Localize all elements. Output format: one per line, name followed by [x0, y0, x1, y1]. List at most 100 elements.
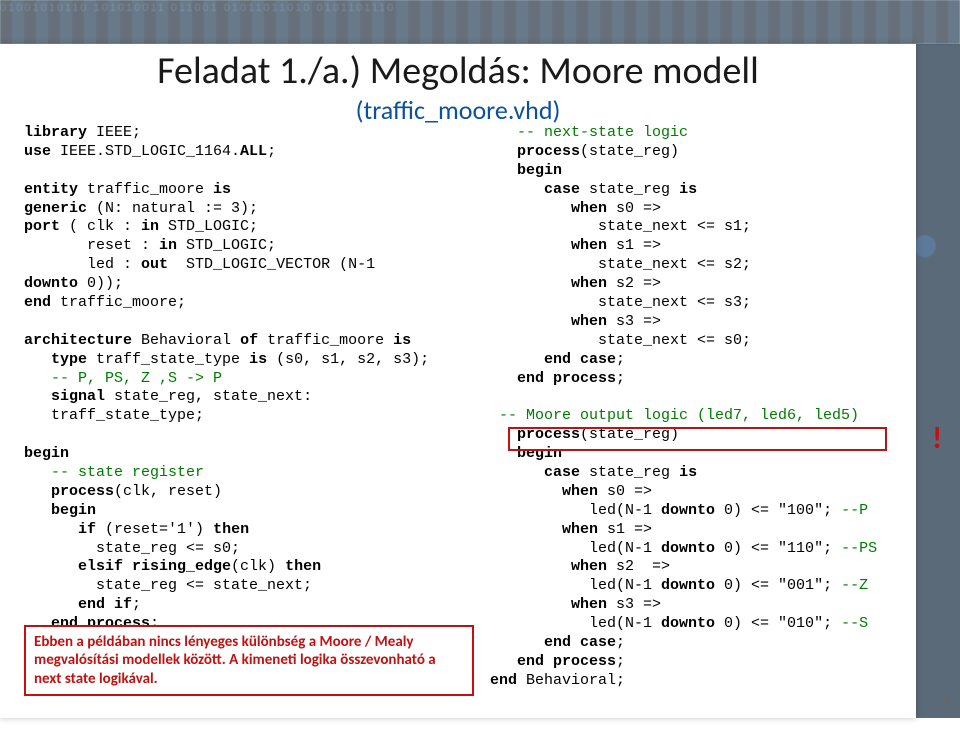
- txt: traffic_moore;: [51, 294, 186, 311]
- txt: [490, 143, 517, 160]
- kw: entity: [24, 181, 78, 198]
- highlight-box: [508, 427, 887, 451]
- txt: [490, 370, 517, 387]
- comment: -- Moore output logic (led7, led6, led5): [490, 407, 859, 424]
- comment: -- next-state logic: [490, 124, 688, 141]
- txt: (state_reg): [580, 143, 679, 160]
- txt: traff_state_type: [87, 351, 249, 368]
- txt: [490, 483, 562, 500]
- kw: when: [562, 483, 598, 500]
- bg-strip-top: [0, 0, 960, 44]
- txt: led(N-1: [490, 502, 661, 519]
- txt: [490, 634, 544, 651]
- blank: [490, 388, 499, 405]
- kw: when: [571, 313, 607, 330]
- txt: ;: [616, 634, 625, 651]
- txt: Behavioral;: [517, 672, 625, 689]
- txt: 0) <= "010";: [715, 615, 841, 632]
- kw: end case: [544, 351, 616, 368]
- kw: signal: [51, 388, 105, 405]
- txt: [24, 351, 51, 368]
- txt: 0));: [78, 275, 123, 292]
- kw: is: [679, 181, 697, 198]
- kw: end: [490, 672, 517, 689]
- txt: [490, 313, 571, 330]
- kw: in: [159, 237, 177, 254]
- kw: library: [24, 124, 87, 141]
- comment: --PS: [841, 540, 877, 557]
- kw: when: [571, 558, 607, 575]
- exclamation-icon: !: [932, 420, 942, 458]
- txt: (clk, reset): [114, 483, 222, 500]
- txt: [490, 162, 517, 179]
- txt: STD_LOGIC;: [177, 237, 276, 254]
- txt: state_next <= s3;: [490, 294, 751, 311]
- comment: --Z: [841, 577, 868, 594]
- txt: state_next <= s0;: [490, 332, 751, 349]
- kw: downto: [661, 577, 715, 594]
- kw: process: [517, 143, 580, 160]
- comment: --P: [841, 502, 868, 519]
- txt: [490, 275, 571, 292]
- txt: (N: natural := 3);: [87, 200, 258, 217]
- kw: if: [78, 521, 96, 538]
- txt: [24, 558, 78, 575]
- kw: generic: [24, 200, 87, 217]
- txt: [24, 596, 78, 613]
- kw: case: [544, 181, 580, 198]
- kw: downto: [661, 615, 715, 632]
- kw: downto: [24, 275, 78, 292]
- code-left: library IEEE; use IEEE.STD_LOGIC_1164.AL…: [24, 124, 470, 712]
- txt: [24, 521, 78, 538]
- txt: traffic_moore: [258, 332, 393, 349]
- blank: [24, 162, 33, 179]
- txt: state_next <= s2;: [490, 256, 751, 273]
- kw: case: [544, 464, 580, 481]
- txt: led :: [24, 256, 141, 273]
- txt: [490, 237, 571, 254]
- txt: STD_LOGIC;: [159, 218, 258, 235]
- kw: downto: [661, 540, 715, 557]
- comment: --S: [841, 615, 868, 632]
- txt: [490, 351, 544, 368]
- txt: ( clk :: [60, 218, 141, 235]
- kw: end case: [544, 634, 616, 651]
- kw: is: [679, 464, 697, 481]
- txt: IEEE.STD_LOGIC_1164.: [51, 143, 240, 160]
- kw: end: [24, 294, 51, 311]
- txt: [490, 558, 571, 575]
- txt: s2 =>: [607, 558, 670, 575]
- txt: ;: [267, 143, 276, 160]
- txt: state_reg <= s0;: [24, 540, 240, 557]
- txt: led(N-1: [490, 577, 661, 594]
- txt: ;: [132, 596, 141, 613]
- code-columns: library IEEE; use IEEE.STD_LOGIC_1164.AL…: [24, 124, 936, 712]
- kw: begin: [24, 445, 69, 462]
- txt: 0) <= "110";: [715, 540, 841, 557]
- txt: state_reg, state_next:: [105, 388, 312, 405]
- txt: led(N-1: [490, 615, 661, 632]
- txt: s1 =>: [598, 521, 652, 538]
- txt: (s0, s1, s2, s3);: [267, 351, 429, 368]
- kw: then: [285, 558, 321, 575]
- kw: architecture: [24, 332, 132, 349]
- txt: [490, 181, 544, 198]
- txt: STD_LOGIC_VECTOR (N-1: [168, 256, 375, 273]
- kw: use: [24, 143, 51, 160]
- kw: port: [24, 218, 60, 235]
- kw: when: [562, 521, 598, 538]
- callout-text: Ebben a példában nincs lényeges különbsé…: [34, 633, 436, 688]
- kw: downto: [661, 502, 715, 519]
- txt: traffic_moore: [78, 181, 213, 198]
- txt: state_reg: [580, 464, 679, 481]
- txt: s1 =>: [607, 237, 661, 254]
- kw: in: [141, 218, 159, 235]
- txt: state_reg: [580, 181, 679, 198]
- txt: state_next <= s1;: [490, 218, 751, 235]
- txt: [490, 464, 544, 481]
- txt: state_reg <= state_next;: [24, 577, 312, 594]
- txt: led(N-1: [490, 540, 661, 557]
- blank: [24, 313, 33, 330]
- kw: process: [51, 483, 114, 500]
- comment: -- state register: [24, 464, 204, 481]
